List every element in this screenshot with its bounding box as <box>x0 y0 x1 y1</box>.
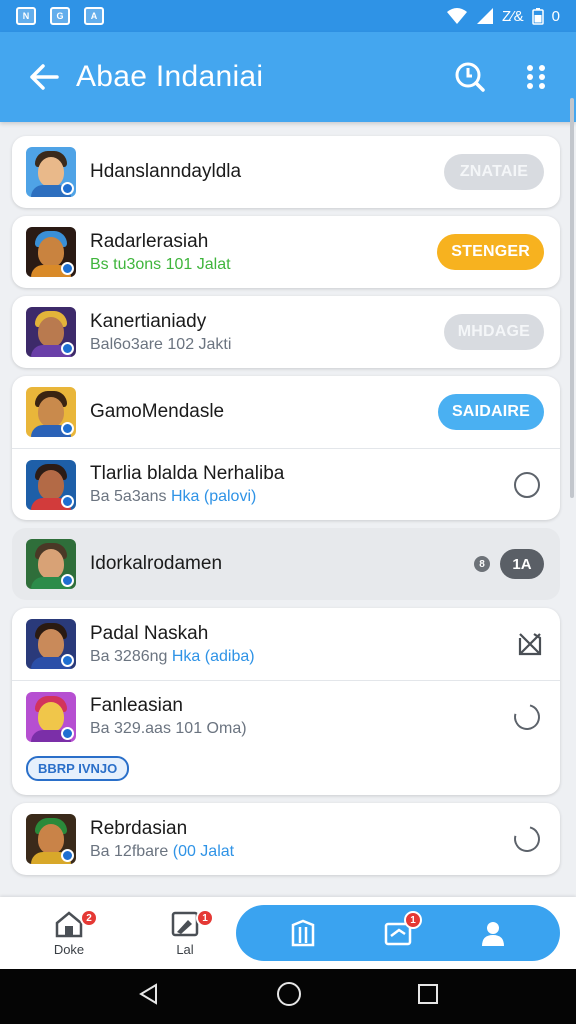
nav-label-second: Lal <box>176 941 194 957</box>
signal-icon <box>476 8 493 24</box>
nav-label-home: Doke <box>53 941 85 957</box>
count-pill[interactable]: 1A <box>500 549 544 579</box>
list-item[interactable]: Rebrdasian Ba 12fbare (00 Jalat <box>12 803 560 875</box>
nav-item-messages[interactable]: 1 <box>378 911 422 953</box>
tag-label[interactable]: BBRP IVNJO <box>26 756 130 781</box>
back-button[interactable] <box>24 57 64 97</box>
app-avatar <box>26 387 76 437</box>
system-back-button[interactable] <box>137 982 161 1011</box>
radio-button[interactable] <box>514 471 540 498</box>
refresh-icon[interactable] <box>509 698 545 735</box>
recents-icon <box>417 984 438 1004</box>
row-title: Padal Naskah <box>90 622 209 644</box>
row-title: Idorkalrodamen <box>90 553 223 574</box>
battery-text: 0 <box>551 7 560 25</box>
app-avatar <box>26 307 76 357</box>
close-box-icon[interactable] <box>516 630 544 658</box>
row-title: Tlarlia blalda Nerhaliba <box>90 463 285 484</box>
nav-badge-home: 2 <box>80 909 98 927</box>
row-subtitle: Bal6o3are 102 Jakti <box>90 335 232 353</box>
edit-icon <box>171 911 199 936</box>
home-circle-icon <box>276 982 301 1006</box>
nav-item-library[interactable] <box>283 913 323 953</box>
count-dot: 8 <box>474 556 490 572</box>
list-item[interactable]: Idorkalrodamen 8 1A <box>12 528 560 600</box>
arrow-left-icon <box>30 64 59 90</box>
list-card: Kanertianiady Bal6o3are 102 Jakti MHDAGE <box>12 296 560 368</box>
nav-item-profile[interactable] <box>473 913 513 953</box>
row-subtitle: Ba 329.aas 101 Oma) <box>90 720 247 737</box>
app-avatar <box>26 227 76 277</box>
app-avatar <box>26 814 76 864</box>
row-subtitle: Ba 5a3ans Hka (palovi) <box>90 488 257 505</box>
app-avatar <box>26 691 76 742</box>
app-bar: Abae Indaniai <box>0 32 576 122</box>
row-action-button[interactable]: STENGER <box>437 234 544 270</box>
notification-icon-2: G <box>50 7 70 25</box>
list-card: Radarlerasiah Bs tu3ons 101 Jalat STENGE… <box>12 216 560 288</box>
group-card: GamoMendasle SAIDAIRE Tlarlia blalda Ner… <box>12 376 560 520</box>
row-title: Radarlerasiah <box>90 230 209 252</box>
row-subtitle: Bs tu3ons 101 Jalat <box>90 255 231 273</box>
search-button[interactable] <box>450 57 490 97</box>
nav-item-home[interactable]: Doke 2 <box>34 897 104 969</box>
app-avatar <box>26 619 76 669</box>
row-action-button[interactable]: SAIDAIRE <box>437 394 544 430</box>
battery-icon <box>531 8 544 25</box>
notification-icon-3: A <box>84 7 104 25</box>
row-action-button[interactable]: MHDAGE <box>443 314 544 350</box>
row-title: Fanleasian <box>90 695 183 716</box>
row-subtitle: Ba 12fbare (00 Jalat <box>90 842 235 860</box>
list-item[interactable]: Tlarlia blalda Nerhaliba Ba 5a3ans Hka (… <box>12 448 560 520</box>
refresh-icon[interactable] <box>509 821 545 857</box>
list-item[interactable]: Kanertianiady Bal6o3are 102 Jakti MHDAGE <box>12 296 560 368</box>
notification-icon-1: N <box>16 7 36 25</box>
status-bar: N G A Z⁄᠎& 0 <box>0 0 576 32</box>
list-item[interactable]: GamoMendasle SAIDAIRE <box>12 376 560 448</box>
scrollbar[interactable] <box>570 98 574 498</box>
system-navigation <box>0 969 576 1024</box>
status-text: Z⁄᠎& <box>501 7 524 25</box>
list-card: Hdanslanndayldla ZNATAIE <box>12 136 560 208</box>
nav-pill-group: 1 <box>236 905 560 961</box>
list-item[interactable]: Radarlerasiah Bs tu3ons 101 Jalat STENGE… <box>12 216 560 288</box>
wifi-icon <box>446 8 467 24</box>
bottom-nav: Doke 2 Lal 1 1 <box>0 897 576 969</box>
row-subtitle: Ba 3286ng Hka (adiba) <box>90 647 255 665</box>
nav-badge-second: 1 <box>196 909 214 927</box>
row-action-button[interactable]: ZNATAIE <box>444 154 544 190</box>
row-title: Kanertianiady <box>90 310 207 332</box>
grid-dots-icon <box>527 65 545 89</box>
library-icon <box>292 919 315 947</box>
app-avatar <box>26 539 76 589</box>
nav-item-second[interactable]: Lal 1 <box>150 897 220 969</box>
search-icon <box>455 62 485 92</box>
system-home-button[interactable] <box>276 981 302 1012</box>
row-title: Rebrdasian <box>90 817 188 839</box>
home-icon <box>55 910 83 937</box>
muted-row-card: Idorkalrodamen 8 1A <box>12 528 560 600</box>
back-icon <box>139 983 158 1005</box>
more-options-button[interactable] <box>516 57 556 97</box>
list-item[interactable]: Hdanslanndayldla ZNATAIE <box>12 136 560 208</box>
app-avatar <box>26 147 76 197</box>
app-avatar <box>26 459 76 510</box>
list-item[interactable]: Padal Naskah Ba 3286ng Hka (adiba) <box>12 608 560 680</box>
person-icon <box>481 922 504 946</box>
list-card-three: Padal Naskah Ba 3286ng Hka (adiba) Fanle… <box>12 608 560 795</box>
row-title: GamoMendasle <box>90 401 225 422</box>
app-list: Hdanslanndayldla ZNATAIE Radarlerasiah B… <box>12 136 560 883</box>
system-recents-button[interactable] <box>417 983 439 1010</box>
row-title: Hdanslanndayldla <box>90 161 242 182</box>
nav-badge-messages: 1 <box>403 911 422 929</box>
last-card: Rebrdasian Ba 12fbare (00 Jalat <box>12 803 560 875</box>
list-item[interactable]: Fanleasian Ba 329.aas 101 Oma) <box>12 680 560 752</box>
status-indicators: Z⁄᠎& 0 <box>446 7 560 25</box>
page-title: Abae Indaniai <box>76 60 264 93</box>
notification-icons: N G A <box>16 7 104 25</box>
